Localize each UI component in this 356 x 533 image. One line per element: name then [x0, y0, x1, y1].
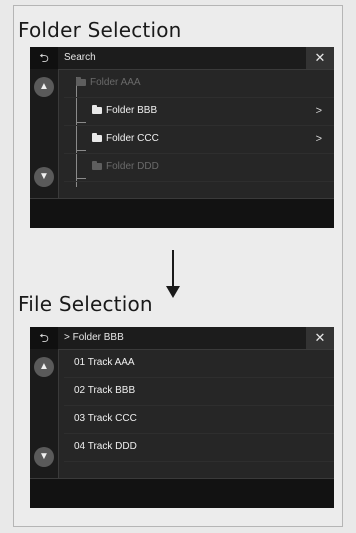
track-label: 01 Track AAA	[74, 357, 135, 368]
close-icon[interactable]: ✕	[306, 47, 334, 69]
folder-icon	[92, 105, 102, 114]
track-label: 03 Track CCC	[74, 413, 137, 424]
folder-label: Folder DDD	[106, 161, 159, 172]
file-selection-heading: File Selection	[18, 292, 153, 316]
scroll-down-icon[interactable]: ▼	[34, 447, 54, 467]
track-row[interactable]: 04 Track DDD	[64, 433, 334, 462]
file-topbar: ⮌ > Folder BBB ✕	[30, 327, 334, 350]
track-row[interactable]: 03 Track CCC	[64, 405, 334, 434]
scroll-up-icon[interactable]: ▲	[34, 77, 54, 97]
folder-selection-screen: ⮌ Search ✕ ▲ ▼ Folder AAA Folder BBB > F…	[30, 47, 334, 228]
folder-row-aaa: Folder AAA	[64, 69, 334, 98]
scroll-up-icon[interactable]: ▲	[34, 357, 54, 377]
folder-icon	[92, 161, 102, 170]
back-icon[interactable]: ⮌	[30, 47, 58, 69]
folder-label: Folder BBB	[106, 105, 158, 116]
folder-row-ddd: Folder DDD	[64, 153, 334, 182]
file-scroll-column: ▲ ▼	[30, 349, 59, 478]
track-label: 02 Track BBB	[74, 385, 136, 396]
track-row[interactable]: 02 Track BBB	[64, 377, 334, 406]
folder-label: Folder AAA	[90, 77, 141, 88]
chevron-right-icon: >	[315, 105, 322, 117]
scroll-down-icon[interactable]: ▼	[34, 167, 54, 187]
folder-row-bbb[interactable]: Folder BBB >	[64, 97, 334, 126]
folder-path-label: > Folder BBB	[64, 332, 124, 343]
track-label: 04 Track DDD	[74, 441, 137, 452]
folder-row-ccc[interactable]: Folder CCC >	[64, 125, 334, 154]
folder-icon	[92, 133, 102, 142]
folder-label: Folder CCC	[106, 133, 159, 144]
folder-selection-heading: Folder Selection	[18, 18, 182, 42]
chevron-right-icon: >	[315, 133, 322, 145]
file-selection-screen: ⮌ > Folder BBB ✕ ▲ ▼ 01 Track AAA 02 Tra…	[30, 327, 334, 508]
folder-topbar: ⮌ Search ✕	[30, 47, 334, 70]
file-bottom-bar	[30, 478, 334, 508]
arrow-down-icon	[166, 286, 180, 298]
folder-bottom-bar	[30, 198, 334, 228]
back-icon[interactable]: ⮌	[30, 327, 58, 349]
close-icon[interactable]: ✕	[306, 327, 334, 349]
folder-icon	[76, 77, 86, 86]
folder-scroll-column: ▲ ▼	[30, 69, 59, 198]
track-row[interactable]: 01 Track AAA	[64, 349, 334, 378]
search-label[interactable]: Search	[64, 47, 96, 69]
